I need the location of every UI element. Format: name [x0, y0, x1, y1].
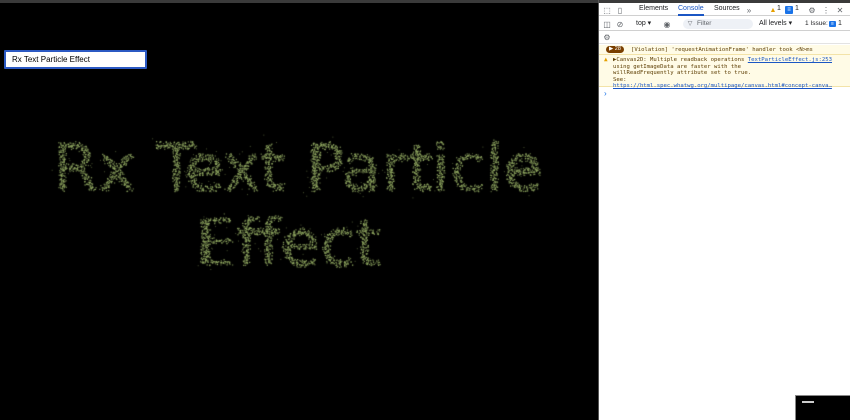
inspect-element-icon[interactable]: ⬚ — [602, 5, 612, 15]
violation-message: ▶ 28 [Violation] 'requestAnimationFrame'… — [599, 45, 850, 55]
levels-select[interactable]: All levels ▾ — [759, 19, 792, 31]
tab-sources[interactable]: Sources — [714, 4, 740, 16]
device-toolbar-icon[interactable]: ▯ — [615, 5, 625, 15]
warning-triangle-icon: ▲ — [604, 56, 608, 63]
more-tabs-icon[interactable]: » — [744, 5, 754, 15]
sidebar-toggle-icon[interactable]: ◫ — [602, 19, 612, 29]
violation-text: [Violation] 'requestAnimationFrame' hand… — [631, 46, 813, 53]
filter-funnel-icon: ▽ — [687, 21, 693, 27]
text-input[interactable]: Rx Text Particle Effect — [4, 50, 147, 69]
tab-console[interactable]: Console — [678, 4, 704, 16]
page-viewport: Rx Text Particle Effect — [0, 3, 598, 420]
clear-console-icon[interactable]: ⊘ — [615, 19, 625, 29]
console-toolbar: ◫ ⊘ top ▾ ◉ ▽ Filter All levels ▾ 1 Issu… — [599, 17, 850, 31]
violation-count-badge: ▶ 28 — [606, 46, 624, 53]
console-settings-icon[interactable]: ⚙ — [602, 32, 612, 42]
warning-text: ▶Canvas2D: Multiple readback operations … — [613, 57, 752, 83]
devtools-panel: ⬚ ▯ Elements Console Sources » ▲ 1 ≡ 1 ⚙… — [599, 3, 850, 420]
message-count: 1 — [795, 5, 799, 12]
issues-label[interactable]: 1 Issue: — [805, 19, 828, 31]
thumbnail-bar — [802, 401, 814, 403]
devtools-tabbar: ⬚ ▯ Elements Console Sources » ▲ 1 ≡ 1 ⚙… — [599, 3, 850, 16]
issues-count: 1 — [838, 20, 842, 27]
settings-gear-icon[interactable]: ⚙ — [807, 5, 817, 15]
message-icon[interactable]: ≡ — [785, 6, 793, 14]
filter-input[interactable]: ▽ Filter — [683, 19, 753, 29]
warning-url-link[interactable]: https://html.spec.whatwg.org/multipage/c… — [613, 83, 850, 90]
close-icon[interactable]: ✕ — [835, 5, 845, 15]
warning-source-link[interactable]: TextParticleEffect.js:253 — [748, 57, 832, 64]
context-select[interactable]: top ▾ — [636, 19, 651, 31]
console-prompt[interactable]: › — [604, 89, 607, 98]
warning-count: 1 — [777, 5, 781, 12]
filter-placeholder: Filter — [697, 20, 712, 27]
issues-icon[interactable]: ≡ — [829, 21, 836, 27]
warning-message: ▲ TextParticleEffect.js:253 ▶Canvas2D: M… — [599, 55, 850, 90]
kebab-menu-icon[interactable]: ⋮ — [821, 5, 831, 15]
console-settings-row: ⚙ — [599, 31, 850, 44]
eye-icon[interactable]: ◉ — [662, 19, 672, 29]
warning-icon[interactable]: ▲ — [769, 5, 777, 15]
window-thumbnail[interactable] — [795, 395, 850, 420]
tab-elements[interactable]: Elements — [639, 4, 668, 16]
